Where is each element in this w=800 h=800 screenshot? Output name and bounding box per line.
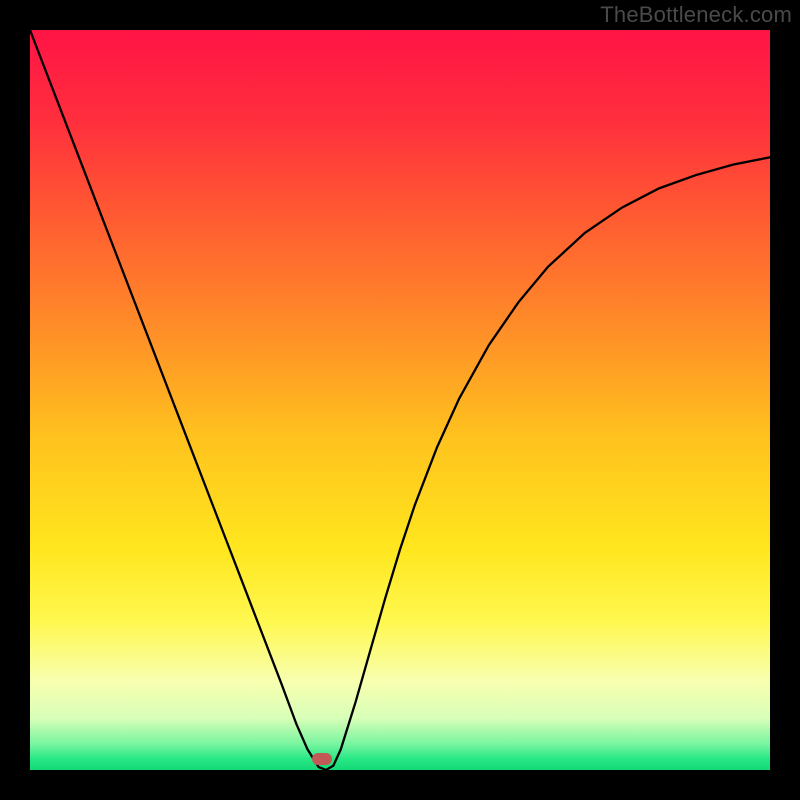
attribution-label: TheBottleneck.com <box>600 2 792 28</box>
chart-frame: TheBottleneck.com <box>0 0 800 800</box>
gradient-background <box>30 30 770 770</box>
bottleneck-chart <box>30 30 770 770</box>
optimal-marker <box>312 753 332 765</box>
